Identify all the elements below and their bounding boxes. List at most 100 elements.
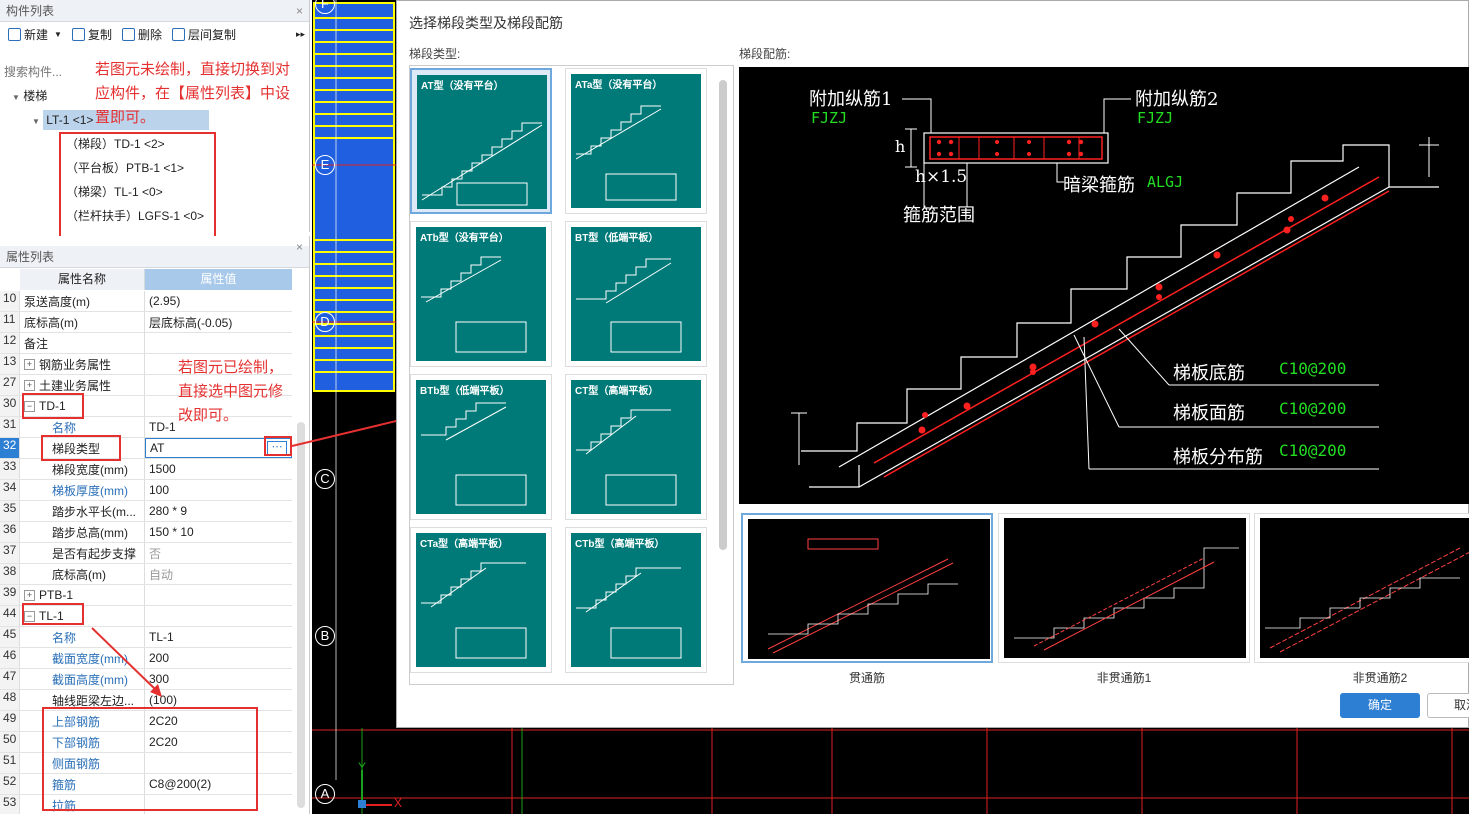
type-card-atb[interactable]: ATb型（没有平台）: [410, 221, 552, 367]
property-value[interactable]: 200: [145, 648, 292, 668]
rebar-section-label: 梯段配筋:: [739, 47, 791, 61]
rebar-detail-svg: [791, 98, 1439, 488]
ctb-thumbnail: CTb型（高端平板）: [571, 533, 701, 667]
property-value[interactable]: [145, 333, 292, 353]
property-name: + PTB-1: [20, 585, 145, 605]
row-number: 50: [0, 732, 20, 752]
row-number: 30: [0, 396, 20, 416]
cancel-button[interactable]: 取消: [1427, 693, 1469, 718]
row-number: 38: [0, 564, 20, 584]
property-name-text: 梯板厚度(mm): [52, 483, 128, 498]
ellipsis-button[interactable]: ⋯: [267, 441, 287, 455]
property-row[interactable]: 34 梯板厚度(mm) 100: [0, 480, 292, 501]
property-name: 踏步总高(mm): [20, 522, 145, 542]
thumb-non-through-1[interactable]: [998, 513, 1250, 663]
type-card-ct[interactable]: CT型（高端平板）: [565, 374, 707, 520]
copy-button[interactable]: 复制: [68, 24, 116, 44]
property-value[interactable]: 自动: [145, 564, 292, 584]
property-value[interactable]: 1500: [145, 459, 292, 479]
thumb-label-through: 贯通筋: [848, 671, 885, 685]
property-value[interactable]: 300: [145, 669, 292, 689]
floor-copy-label: 层间复制: [187, 27, 236, 42]
cta-thumbnail: CTa型（高端平板）: [416, 533, 546, 667]
floor-copy-button[interactable]: 层间复制: [168, 24, 240, 44]
close-icon[interactable]: ×: [296, 0, 303, 22]
property-row[interactable]: 10 泵送高度(m) (2.95): [0, 291, 292, 312]
expand-icon[interactable]: +: [24, 358, 35, 370]
tree-root[interactable]: ▼ 楼梯: [12, 86, 47, 106]
dropdown-icon[interactable]: ▼: [54, 30, 62, 39]
stair-type-dialog: 选择梯段类型及梯段配筋 梯段类型: 梯段配筋: AT型（没有平台） ATa型（没…: [396, 0, 1469, 728]
property-value[interactable]: TL-1: [145, 627, 292, 647]
type-card-btb[interactable]: BTb型（低端平板）: [410, 374, 552, 520]
expand-icon[interactable]: +: [24, 379, 35, 391]
property-row[interactable]: 11 底标高(m) 层底标高(-0.05): [0, 312, 292, 333]
stair-diagram-icon: [576, 258, 682, 353]
rebar-thumb-drawing: [767, 538, 958, 654]
property-name: 截面宽度(mm): [20, 648, 145, 668]
property-value[interactable]: 280 * 9: [145, 501, 292, 521]
expand-icon[interactable]: +: [24, 589, 35, 601]
property-row[interactable]: 47 截面高度(mm) 300: [0, 669, 292, 690]
thumb-non-through-2[interactable]: [1254, 513, 1469, 663]
dialog-title: 选择梯段类型及梯段配筋: [409, 15, 563, 31]
stair-diagram-icon: [421, 122, 543, 206]
property-row[interactable]: 46 截面宽度(mm) 200: [0, 648, 292, 669]
property-row[interactable]: 37 是否有起步支撑否: [0, 543, 292, 564]
type-label: ATb型（没有平台）: [420, 233, 509, 244]
gallery-scrollbar[interactable]: [719, 80, 727, 550]
property-value[interactable]: 否: [145, 543, 292, 563]
property-row[interactable]: 45 名称 TL-1: [0, 627, 292, 648]
thumb-through-rebar[interactable]: [741, 513, 993, 663]
highlight-box-tl1: [22, 603, 84, 625]
property-row[interactable]: 38 底标高(m) 自动: [0, 564, 292, 585]
property-value-text: 280 * 9: [149, 504, 188, 518]
thumb-label-non-through-2: 非贯通筋2: [1352, 671, 1408, 685]
property-value[interactable]: (2.95): [145, 291, 292, 311]
property-value-text: 100: [149, 483, 170, 497]
new-button[interactable]: 新建 ▼: [4, 24, 66, 44]
property-value[interactable]: [145, 606, 292, 626]
highlight-box-rebar: [42, 707, 258, 811]
expand-icon[interactable]: ▼: [32, 117, 40, 126]
type-card-ata[interactable]: ATa型（没有平台）: [565, 68, 707, 214]
scrollbar[interactable]: [297, 422, 305, 808]
expand-icon[interactable]: ▼: [12, 93, 20, 102]
type-card-ctb[interactable]: CTb型（高端平板）: [565, 527, 707, 673]
type-card-at[interactable]: AT型（没有平台）: [410, 68, 552, 214]
search-input[interactable]: [0, 62, 90, 82]
property-row[interactable]: 36 踏步总高(mm) 150 * 10: [0, 522, 292, 543]
new-label: 新建: [24, 27, 49, 42]
property-value[interactable]: AT ⋯: [145, 438, 292, 458]
property-row[interactable]: 35 踏步水平长(m... 280 * 9: [0, 501, 292, 522]
row-number: 45: [0, 627, 20, 647]
property-value[interactable]: 层底标高(-0.05): [145, 312, 292, 332]
property-name: 梯段宽度(mm): [20, 459, 145, 479]
property-row[interactable]: 12 备注: [0, 333, 292, 354]
property-list-header: 属性列表 ×: [0, 240, 309, 268]
property-value[interactable]: [145, 585, 292, 605]
type-card-cta[interactable]: CTa型（高端平板）: [410, 527, 552, 673]
delete-button[interactable]: 删除: [118, 24, 166, 44]
component-list-header: 构件列表 ×: [0, 0, 309, 22]
property-value[interactable]: 100: [145, 480, 292, 500]
x-axis-label: X: [394, 796, 403, 810]
copy-icon: [71, 27, 85, 41]
property-value[interactable]: 150 * 10: [145, 522, 292, 542]
ok-button[interactable]: 确定: [1340, 693, 1420, 718]
property-name-text: 底标高(m): [52, 567, 106, 582]
close-icon[interactable]: ×: [296, 236, 303, 258]
note-mid-line3: 改即可。: [178, 407, 239, 424]
row-number: 32: [0, 438, 20, 458]
property-name-text: 钢筋业务属性: [39, 357, 112, 372]
row-number: 34: [0, 480, 20, 500]
type-card-bt[interactable]: BT型（低端平板）: [565, 221, 707, 367]
note-top-line3: 置即可。: [95, 109, 156, 126]
property-value-text: 否: [149, 546, 162, 561]
column-header-name: 属性名称: [20, 269, 145, 290]
row-number: 31: [0, 417, 20, 437]
property-row[interactable]: 33 梯段宽度(mm) 1500: [0, 459, 292, 480]
property-name: + 钢筋业务属性: [20, 354, 145, 374]
more-button[interactable]: ▸▸: [292, 24, 309, 44]
row-number: 53: [0, 795, 20, 814]
